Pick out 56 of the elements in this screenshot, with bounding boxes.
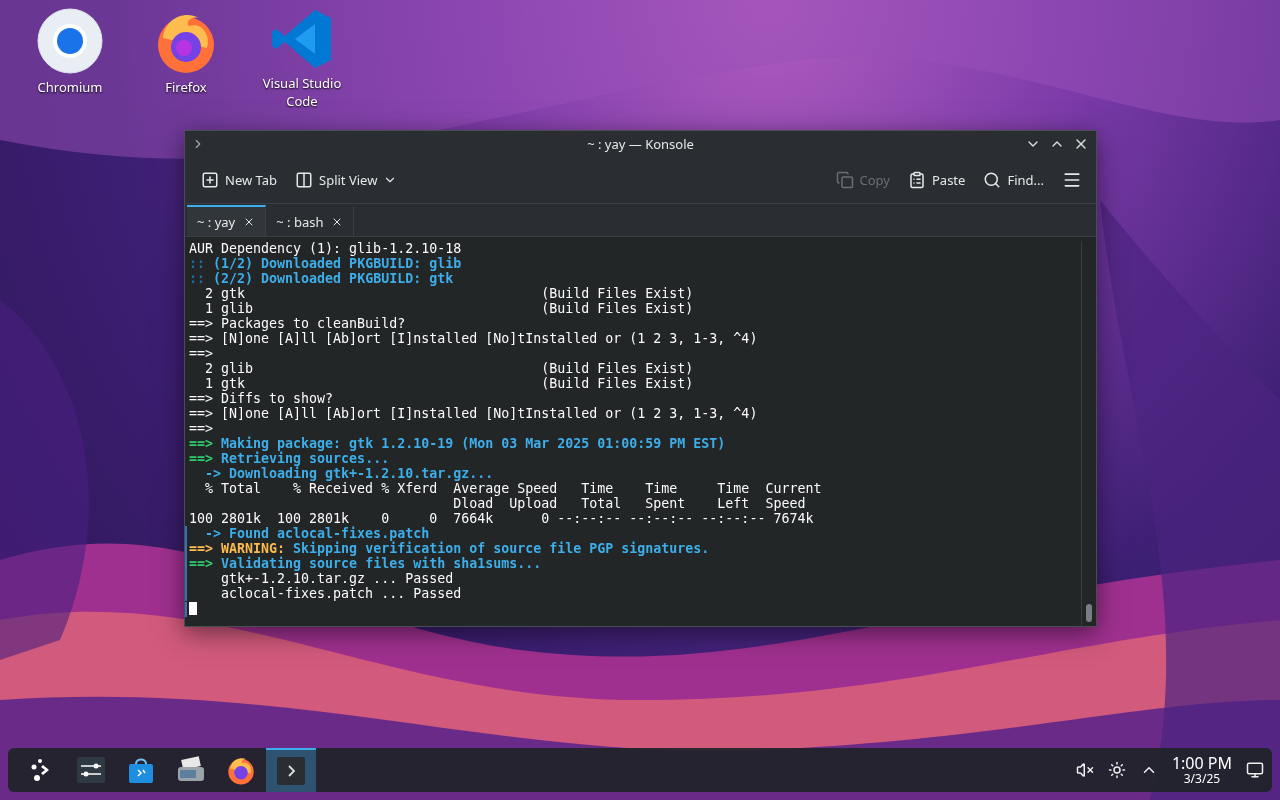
toolbar-button[interactable]: New Tab xyxy=(197,167,282,193)
search-icon xyxy=(983,171,1002,189)
terminal-line: :: (2/2) Downloaded PKGBUILD: gtk xyxy=(189,271,454,286)
split-view-icon xyxy=(295,171,314,189)
terminal-line: ==> [N]one [A]ll [Ab]ort [I]nstalled [No]tInstalled or (1 2 3, 1-3, ^4) xyxy=(189,331,758,346)
terminal-line: ==> Validating source files with sha1sums... xyxy=(189,556,542,571)
tab[interactable]: ~ : yay xyxy=(187,205,267,236)
tab-label: ~ : bash xyxy=(276,212,324,231)
terminal-line: gtk+-1.2.10.tar.gz ... Passed xyxy=(220,571,454,586)
terminal-line: 1 glib (Build Files Exist) xyxy=(204,301,694,316)
terminal-line: ==> Packages to cleanBuild? xyxy=(189,316,406,331)
desktop-icon-label[interactable]: Chromium xyxy=(25,78,115,96)
terminal-line: ==> Diffs to show? xyxy=(189,391,334,406)
clock[interactable]: 1:00 PM 3/3/25 xyxy=(1171,754,1232,786)
terminal-line: 2 gtk (Build Files Exist) xyxy=(204,286,694,301)
desktop-icon-label[interactable]: Firefox xyxy=(141,78,231,96)
terminal-line: -> Found aclocal-fixes.patch xyxy=(204,526,430,541)
terminal-line: :: (1/2) Downloaded PKGBUILD: glib xyxy=(189,256,462,271)
terminal-line: AUR Dependency (1): glib-1.2.10-18 xyxy=(189,241,462,256)
terminal-line: aclocal-fixes.patch ... Passed xyxy=(220,586,462,601)
terminal-icon xyxy=(277,757,305,785)
show-desktop-icon[interactable] xyxy=(1246,761,1264,779)
toolbar-button[interactable]: Split View xyxy=(291,167,402,193)
terminal-line: ==> Retrieving sources... xyxy=(189,451,390,466)
chromium-icon xyxy=(37,8,103,74)
terminal-line: ==> xyxy=(189,421,214,436)
firefox-icon xyxy=(226,755,256,785)
terminal-line: -> Downloading gtk+-1.2.10.tar.gz... xyxy=(204,466,494,481)
desktop-icon-label[interactable]: Visual Studio Code xyxy=(257,74,347,110)
terminal-line: % Total % Received % Xferd Average Speed Time Time Time Current xyxy=(204,481,822,496)
muted-volume-icon[interactable] xyxy=(1075,761,1094,779)
code-editor-icon xyxy=(271,8,333,70)
terminal-line: ==> WARNING: Skipping verification of source file PGP signatures. xyxy=(189,541,710,556)
terminal-line: ==> xyxy=(189,346,214,361)
brightness-icon[interactable] xyxy=(1107,761,1126,779)
tab-label: ~ : yay xyxy=(197,212,236,231)
date-label: 3/3/25 xyxy=(1183,772,1221,786)
window-title: ~ : yay — Konsole xyxy=(587,135,694,153)
terminal-line: Dload Upload Total Spent Left Speed xyxy=(452,496,806,511)
terminal-line: 2 glib (Build Files Exist) xyxy=(204,361,694,376)
terminal-line: ==> Making package: gtk 1.2.10-19 (Mon 03 Mar 2025 01:00:59 PM EST) xyxy=(189,436,726,451)
toolbar-button[interactable]: Paste xyxy=(904,167,970,193)
time-label: 1:00 PM xyxy=(1171,754,1232,772)
clipboard-icon xyxy=(908,171,926,189)
menu-icon xyxy=(1062,170,1082,190)
sliders-icon xyxy=(77,757,105,783)
new-tab-icon xyxy=(201,171,219,189)
terminal-line: 100 2801k 100 2801k 0 0 7664k 0 --:--:-- --:--:-- --:--:-- 7674k xyxy=(189,511,814,526)
copy-icon xyxy=(835,171,854,189)
terminal-line: ==> [N]one [A]ll [Ab]ort [I]nstalled [No]tInstalled or (1 2 3, 1-3, ^4) xyxy=(189,406,758,421)
toolbar-button[interactable]: Find... xyxy=(979,167,1048,193)
scanner-icon xyxy=(176,756,206,784)
tab[interactable]: ~ : bash xyxy=(266,205,355,236)
text-cursor xyxy=(189,602,197,615)
terminal-line: 1 gtk (Build Files Exist) xyxy=(204,376,694,391)
shopping-bag-icon xyxy=(127,756,155,784)
